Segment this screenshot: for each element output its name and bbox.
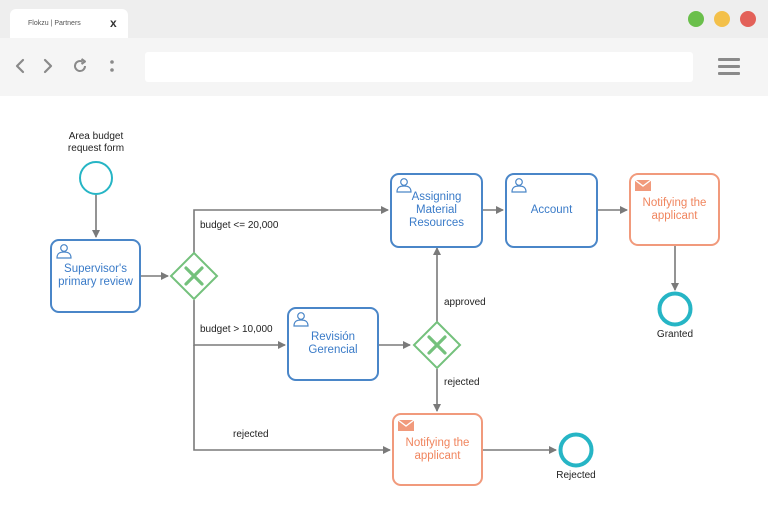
end-event-granted	[657, 291, 693, 327]
task-label: Notifying the applicant	[642, 196, 707, 222]
task-notify-applicant-top[interactable]: Notifying the applicant	[629, 173, 720, 246]
envelope-icon	[397, 419, 415, 431]
user-task-icon	[293, 312, 309, 327]
task-supervisor-review[interactable]: Supervisor's primary review	[50, 239, 141, 313]
exclusive-gateway-budget	[169, 251, 219, 301]
flow-label-approved: approved	[444, 297, 486, 308]
flow-gateway-to-revision	[193, 300, 286, 349]
flow-label-budget-le: budget <= 20,000	[200, 220, 279, 231]
exclusive-gateway-approval	[412, 320, 462, 370]
end-event-granted-label: Granted	[656, 329, 694, 340]
flow-label-rejected-gateway: rejected	[444, 377, 480, 388]
task-label: Account	[530, 204, 573, 216]
task-assigning-resources[interactable]: Assigning Material Resources	[390, 173, 483, 248]
task-revision-gerencial[interactable]: Revisión Gerencial	[287, 307, 379, 381]
task-label: Notifying the applicant	[405, 436, 470, 462]
browser-window: Flokzu | Partners x Area budget request …	[0, 0, 768, 531]
user-task-icon	[511, 178, 527, 193]
task-label: Revisión Gerencial	[308, 331, 358, 356]
user-task-icon	[396, 178, 412, 193]
start-event	[79, 161, 113, 195]
flow-label-rejected-bottom: rejected	[233, 429, 269, 440]
task-label: Supervisor's primary review	[58, 263, 133, 288]
task-notify-applicant-bottom[interactable]: Notifying the applicant	[392, 413, 483, 486]
process-diagram-canvas: Area budget request form Supervisor's pr…	[0, 0, 768, 531]
envelope-icon	[634, 179, 652, 191]
task-label: Assigning Material Resources	[409, 191, 464, 229]
end-event-rejected-label: Rejected	[556, 470, 596, 481]
task-account[interactable]: Account	[505, 173, 598, 248]
start-event-label: Area budget request form	[67, 131, 125, 154]
end-event-rejected	[558, 432, 594, 468]
flow-label-budget-gt: budget > 10,000	[200, 324, 273, 335]
user-task-icon	[56, 244, 72, 259]
